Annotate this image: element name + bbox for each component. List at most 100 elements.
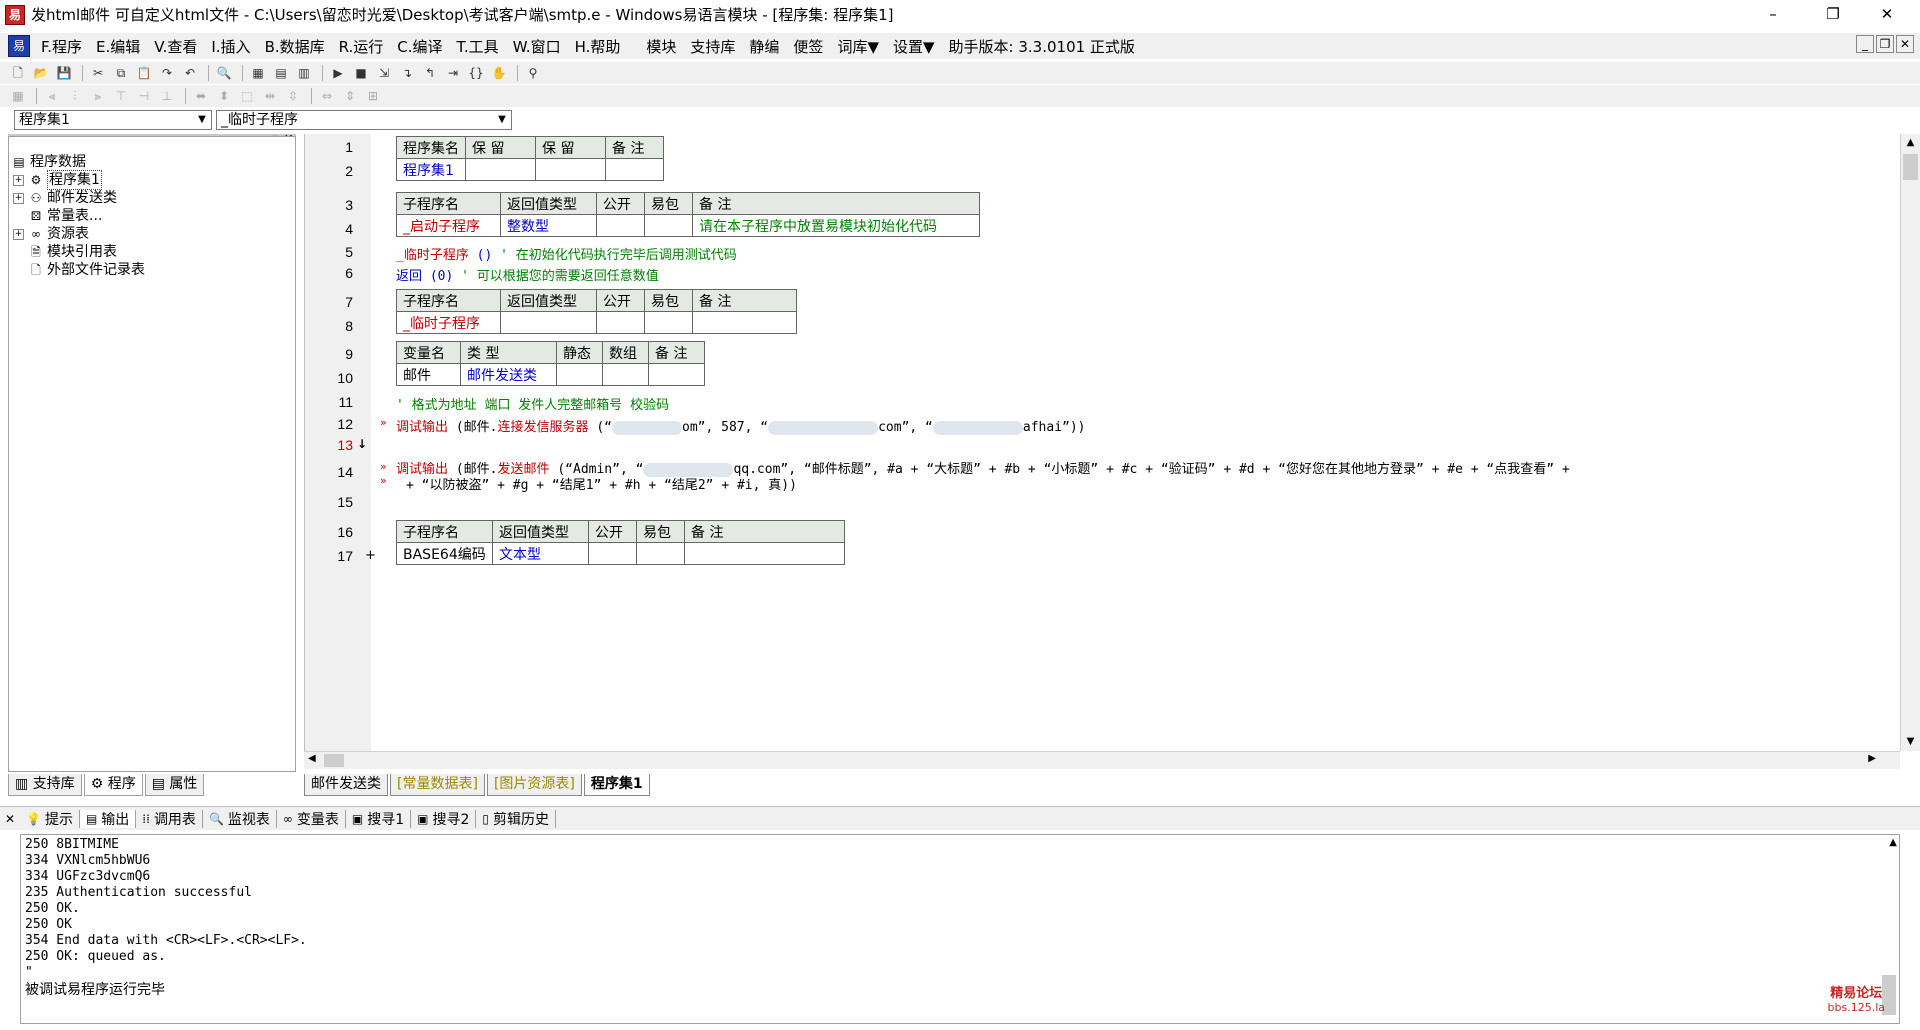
tree-item-module-refs[interactable]: 🗎 模块引用表 — [28, 243, 117, 261]
expand-icon[interactable]: + — [13, 174, 24, 186]
table-cell[interactable]: 邮件 — [396, 363, 461, 386]
run-to-cursor-icon[interactable]: ⇥ — [443, 64, 463, 82]
subprogram-combo[interactable]: _临时子程序 ▼ — [216, 110, 512, 130]
layout-1-icon[interactable]: ▦ — [248, 64, 268, 82]
align-bottom-icon[interactable]: ⊥ — [157, 87, 177, 105]
save-icon[interactable]: 💾 — [54, 64, 74, 82]
redo-icon[interactable]: ↷ — [157, 64, 177, 82]
menu-static-compile[interactable]: 静编 — [742, 36, 786, 57]
code-line-14-wrap[interactable]: + “以防被盗” + #g + “结尾1” + #h + “结尾2” + #i,… — [406, 474, 797, 493]
tab-variables[interactable]: ∞ 变量表 — [277, 809, 346, 828]
step-out-icon[interactable]: ↰ — [420, 64, 440, 82]
tab-constants[interactable]: [常量数据表] — [390, 774, 485, 796]
tab-clip-history[interactable]: ▯ 剪辑历史 — [476, 809, 557, 828]
tab-mail-class[interactable]: 邮件发送类 — [304, 774, 388, 796]
table-cell[interactable] — [596, 311, 645, 334]
scroll-down-icon[interactable]: ▼ — [1901, 733, 1920, 751]
mdi-close-button[interactable]: ✕ — [1896, 35, 1914, 53]
expand-sub-icon[interactable]: + — [365, 548, 376, 563]
vspace-icon[interactable]: ⇳ — [283, 87, 303, 105]
table-cell[interactable]: 文本型 — [492, 542, 589, 565]
open-file-icon[interactable]: 📂 — [31, 64, 51, 82]
chevron-down-icon[interactable]: ▼ — [494, 112, 510, 128]
code-line-5[interactable]: _临时子程序 () ' 在初始化代码执行完毕后调用测试代码 — [396, 244, 737, 263]
tab-call-stack[interactable]: ⁞⁞ 调用表 — [136, 809, 203, 828]
scroll-up-icon[interactable]: ▲ — [1889, 837, 1897, 848]
tree-item-constants[interactable]: ⚄ 常量表... — [28, 207, 103, 225]
same-height-icon[interactable]: ⬍ — [214, 87, 234, 105]
binoculars-icon[interactable]: ⚲ — [523, 64, 543, 82]
table-cell[interactable] — [605, 158, 664, 181]
table-cell[interactable] — [648, 363, 705, 386]
editor-vertical-scrollbar[interactable]: ▲ ▼ — [1900, 134, 1920, 751]
table-cell[interactable]: _临时子程序 — [396, 311, 501, 334]
table-cell[interactable]: BASE64编码 — [396, 542, 493, 565]
menu-notes[interactable]: 便签 — [786, 36, 830, 57]
table-cell[interactable] — [465, 158, 536, 181]
align-top-icon[interactable]: ⊤ — [111, 87, 131, 105]
tab-watch[interactable]: 🔍 监视表 — [203, 809, 277, 828]
menu-lexicon[interactable]: 词库▼ — [830, 36, 886, 57]
table-cell[interactable]: 程序集1 — [396, 158, 466, 181]
center-v-icon[interactable]: ⇕ — [340, 87, 360, 105]
scroll-up-icon[interactable]: ▲ — [1901, 134, 1920, 152]
hand-icon[interactable]: ✋ — [489, 64, 509, 82]
tree-item-mail-class[interactable]: + ⚇ 邮件发送类 — [13, 189, 117, 207]
table-cell[interactable] — [602, 363, 649, 386]
step-over-icon[interactable]: ↴ — [397, 64, 417, 82]
run-icon[interactable]: ▶ — [328, 64, 348, 82]
stop-icon[interactable]: ■ — [351, 64, 371, 82]
panel-close-icon[interactable]: ✕ — [0, 812, 20, 826]
code-line-11[interactable]: ' 格式为地址 端口 发件人完整邮箱号 校验码 — [396, 394, 669, 413]
align-center-icon[interactable]: ⫶ — [65, 87, 85, 105]
table-cell[interactable]: 邮件发送类 — [460, 363, 557, 386]
tab-assembly[interactable]: 程序集1 — [583, 774, 650, 796]
align-right-icon[interactable]: ⫸ — [88, 87, 108, 105]
tab-search-2[interactable]: ▣ 搜寻2 — [411, 809, 477, 828]
expand-icon[interactable]: + — [13, 228, 24, 240]
center-h-icon[interactable]: ⇔ — [317, 87, 337, 105]
table-cell[interactable] — [644, 214, 693, 237]
table-cell[interactable] — [692, 311, 797, 334]
table-cell[interactable]: _启动子程序 — [396, 214, 501, 237]
tab-properties[interactable]: ▤ 属性 — [144, 774, 205, 796]
editor-horizontal-scrollbar[interactable]: ◀ ▶ — [304, 751, 1900, 769]
braces-icon[interactable]: {} — [466, 64, 486, 82]
tab-output[interactable]: ▤ 输出 — [79, 809, 137, 828]
table-cell[interactable] — [588, 542, 637, 565]
maximize-button[interactable]: ❐ — [1810, 0, 1856, 29]
table-cell[interactable] — [500, 311, 597, 334]
menu-help[interactable]: H.帮助 — [568, 36, 628, 57]
menu-window[interactable]: W.窗口 — [506, 36, 568, 57]
menu-insert[interactable]: I.插入 — [204, 36, 257, 57]
tab-program[interactable]: ⚙ 程序 — [83, 774, 143, 796]
table-cell[interactable] — [535, 158, 606, 181]
lock-icon[interactable]: ⊞ — [363, 87, 383, 105]
menu-tools[interactable]: T.工具 — [450, 36, 506, 57]
menu-compile[interactable]: C.编译 — [390, 36, 449, 57]
tree-item-external-files[interactable]: 🗋 外部文件记录表 — [28, 261, 145, 279]
table-cell[interactable]: 整数型 — [500, 214, 597, 237]
grid-icon[interactable]: ▦ — [8, 87, 28, 105]
same-size-icon[interactable]: ⬚ — [237, 87, 257, 105]
close-button[interactable]: ✕ — [1864, 0, 1910, 29]
align-left-icon[interactable]: ⫷ — [42, 87, 62, 105]
new-file-icon[interactable]: 🗋 — [8, 64, 28, 82]
menu-database[interactable]: B.数据库 — [258, 36, 332, 57]
table-cell[interactable] — [684, 542, 845, 565]
code-editor[interactable]: 1 2 3 4 5 6 7 8 9 10 11 12 13 14 15 16 1… — [304, 134, 1900, 751]
menu-logo-icon[interactable]: 易 — [8, 35, 30, 57]
layout-2-icon[interactable]: ▤ — [271, 64, 291, 82]
layout-3-icon[interactable]: ▥ — [294, 64, 314, 82]
tree-item-resources[interactable]: + ∞ 资源表 — [13, 225, 89, 243]
table-cell[interactable]: 请在本子程序中放置易模块初始化代码 — [692, 214, 980, 237]
menu-view[interactable]: V.查看 — [147, 36, 204, 57]
cut-icon[interactable]: ✂ — [88, 64, 108, 82]
tab-support-lib[interactable]: ▥ 支持库 — [8, 774, 82, 796]
table-cell[interactable] — [636, 542, 685, 565]
mdi-minimize-button[interactable]: _ — [1856, 35, 1874, 53]
menu-support-lib[interactable]: 支持库 — [683, 36, 742, 57]
table-cell[interactable] — [596, 214, 645, 237]
tree-item-assembly[interactable]: + ⚙ 程序集1 — [13, 170, 102, 190]
scroll-right-icon[interactable]: ▶ — [1868, 753, 1876, 764]
